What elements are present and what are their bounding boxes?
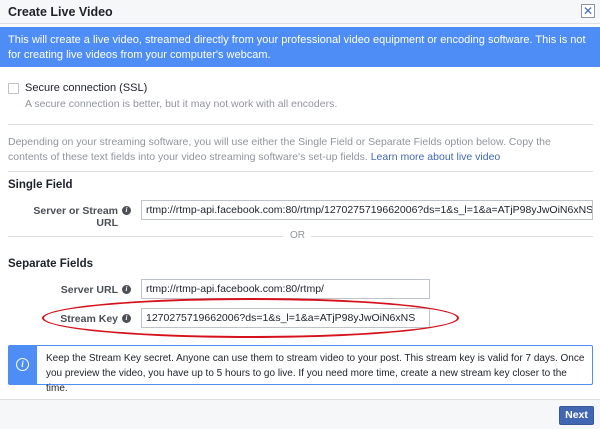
notice-icon-bar: i [9,346,37,384]
or-label: OR [290,230,305,241]
ssl-subtext: A secure connection is better, but it ma… [25,98,338,110]
server-url-field[interactable]: rtmp://rtmp-api.facebook.com:80/rtmp/ [141,279,430,299]
separate-fields-heading: Separate Fields [8,258,94,270]
divider [8,171,593,172]
next-button[interactable]: Next [559,406,594,425]
single-field-heading: Single Field [8,179,73,191]
dialog-footer [0,399,600,429]
info-icon: i [16,358,29,371]
or-divider-left [8,236,283,237]
stream-key-notice: i Keep the Stream Key secret. Anyone can… [8,345,593,394]
highlight-ellipse [42,298,459,338]
dialog-title: Create Live Video [8,5,113,19]
ssl-checkbox[interactable] [8,83,19,94]
divider [8,124,593,125]
stream-url-label: Server or Stream URL [33,205,118,229]
close-icon: ✕ [582,4,594,18]
info-icon[interactable]: i [122,206,131,215]
dialog-titlebar: Create Live Video ✕ [0,0,600,24]
ssl-label[interactable]: Secure connection (SSL) [25,82,147,94]
learn-more-link[interactable]: Learn more about live video [371,151,501,163]
or-divider-right [311,236,593,237]
server-url-label: Server URL [60,284,118,296]
info-icon[interactable]: i [122,285,131,294]
close-button[interactable]: ✕ [581,4,595,18]
webcam-warning-banner: This will create a live video, streamed … [0,27,600,67]
streaming-description: Depending on your streaming software, yo… [8,135,593,165]
notice-text: Keep the Stream Key secret. Anyone can u… [46,353,585,394]
stream-url-field[interactable]: rtmp://rtmp-api.facebook.com:80/rtmp/127… [141,200,593,220]
